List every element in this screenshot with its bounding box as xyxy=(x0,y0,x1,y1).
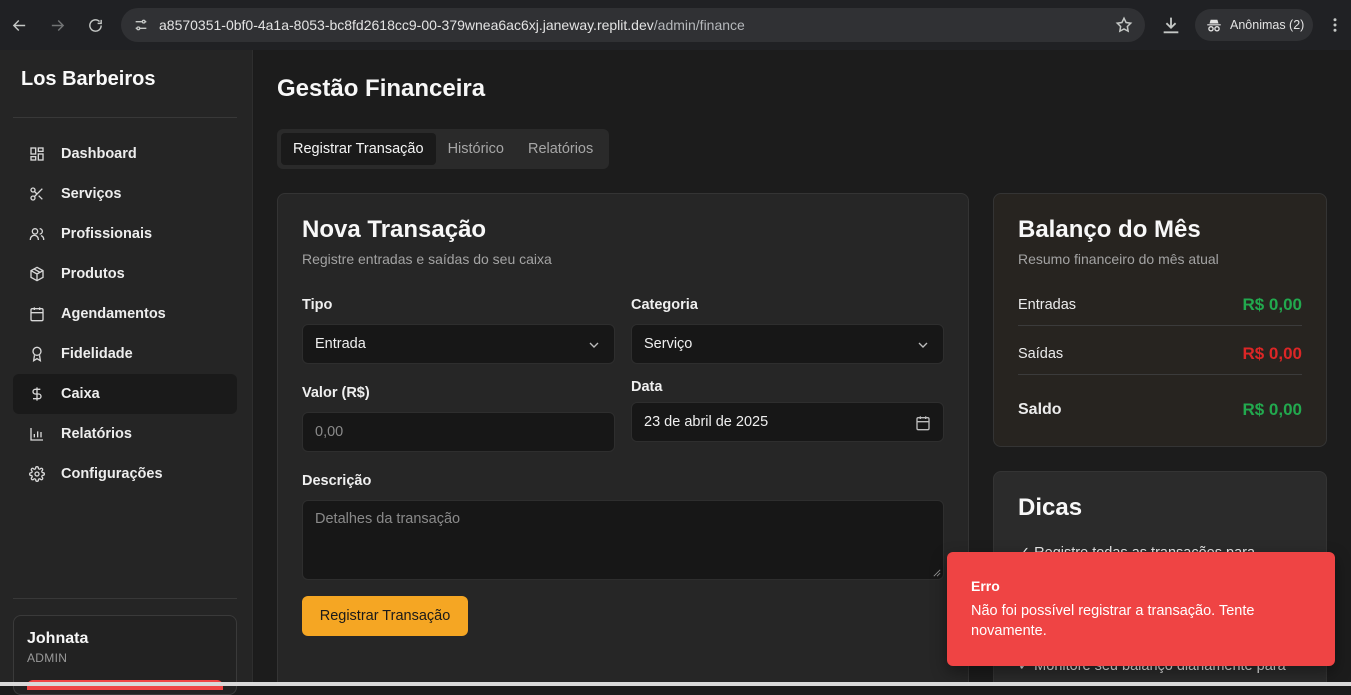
descricao-label: Descrição xyxy=(302,473,372,489)
sidebar: Los Barbeiros Dashboard Serviços Profiss… xyxy=(0,50,253,695)
sidebar-item-label: Profissionais xyxy=(61,226,153,242)
layout-grid-icon xyxy=(30,147,44,161)
sidebar-item-profissionais[interactable]: Profissionais xyxy=(13,214,237,254)
entradas-row: Entradas R$ 0,00 xyxy=(1018,295,1302,315)
date-value: 23 de abril de 2025 xyxy=(644,414,769,430)
saidas-label: Saídas xyxy=(1018,346,1064,362)
forward-button[interactable] xyxy=(38,6,76,44)
sidebar-item-label: Caixa xyxy=(61,386,100,402)
card-subtitle: Registre entradas e saídas do seu caixa xyxy=(302,251,552,267)
profile-label: Anônimas (2) xyxy=(1230,18,1305,32)
bar-chart-icon xyxy=(30,428,43,441)
toast-title: Erro xyxy=(971,578,1000,594)
window-bottom-edge xyxy=(0,682,1351,686)
sidebar-item-label: Serviços xyxy=(61,186,122,202)
sidebar-item-configuracoes[interactable]: Configurações xyxy=(13,454,237,494)
saidas-value: R$ 0,00 xyxy=(1242,344,1302,363)
chevron-down-icon xyxy=(918,342,928,348)
tab-relatorios[interactable]: Relatórios xyxy=(516,133,605,165)
descricao-placeholder: Detalhes da transação xyxy=(315,511,461,527)
tab-registrar-transacao[interactable]: Registrar Transação xyxy=(281,133,436,165)
sidebar-item-label: Configurações xyxy=(61,466,163,482)
chevron-down-icon xyxy=(589,342,599,348)
resize-grip-icon[interactable] xyxy=(933,569,941,577)
url-text: a8570351-0bf0-4a1a-8053-bc8fd2618cc9-00-… xyxy=(159,17,745,33)
tipo-value: Entrada xyxy=(315,336,366,352)
card-title: Nova Transação xyxy=(302,216,487,243)
sidebar-item-label: Relatórios xyxy=(61,426,132,442)
gear-icon xyxy=(29,466,45,482)
saldo-label: Saldo xyxy=(1018,401,1062,418)
user-name: Johnata xyxy=(27,630,89,647)
sidebar-item-agendamentos[interactable]: Agendamentos xyxy=(13,294,237,334)
back-button[interactable] xyxy=(0,6,38,44)
sidebar-item-produtos[interactable]: Produtos xyxy=(13,254,237,294)
divider xyxy=(1018,374,1302,375)
site-settings-icon[interactable] xyxy=(133,17,149,33)
package-icon xyxy=(30,266,44,282)
users-icon xyxy=(29,228,45,240)
incognito-profile-button[interactable]: Anônimas (2) xyxy=(1195,9,1313,41)
sidebar-item-relatorios[interactable]: Relatórios xyxy=(13,414,237,454)
arrow-right-icon xyxy=(51,19,64,31)
new-transaction-card: Nova Transação Registre entradas e saída… xyxy=(277,193,969,686)
register-transaction-button[interactable]: Registrar Transação xyxy=(302,596,468,636)
browser-toolbar: a8570351-0bf0-4a1a-8053-bc8fd2618cc9-00-… xyxy=(0,0,1351,50)
toast-description: Não foi possível registrar a transação. … xyxy=(971,603,1255,639)
categoria-value: Serviço xyxy=(644,336,693,352)
data-label: Data xyxy=(631,379,663,395)
address-bar[interactable]: a8570351-0bf0-4a1a-8053-bc8fd2618cc9-00-… xyxy=(121,8,1145,42)
tipo-label: Tipo xyxy=(302,297,333,313)
divider xyxy=(13,117,237,118)
sidebar-item-servicos[interactable]: Serviços xyxy=(13,174,237,214)
scissors-icon xyxy=(30,187,43,201)
arrow-left-icon xyxy=(12,19,25,31)
sidebar-item-label: Agendamentos xyxy=(61,306,166,322)
tab-historico[interactable]: Histórico xyxy=(436,133,516,165)
divider xyxy=(1018,325,1302,326)
card-title: Dicas xyxy=(1018,494,1083,521)
divider xyxy=(13,598,237,599)
valor-placeholder: 0,00 xyxy=(315,424,344,440)
valor-input[interactable]: 0,00 xyxy=(302,412,615,452)
categoria-select[interactable]: Serviço xyxy=(631,324,944,364)
page-title: Gestão Financeira xyxy=(277,75,486,102)
saidas-row: Saídas R$ 0,00 xyxy=(1018,344,1302,364)
sidebar-item-caixa[interactable]: Caixa xyxy=(13,374,237,414)
dollar-icon xyxy=(32,387,42,401)
calendar-icon xyxy=(916,416,930,431)
monthly-balance-card: Balanço do Mês Resumo financeiro do mês … xyxy=(993,193,1327,447)
sidebar-item-fidelidade[interactable]: Fidelidade xyxy=(13,334,237,374)
sidebar-nav: Dashboard Serviços Profissionais Produto… xyxy=(13,134,237,494)
sidebar-item-dashboard[interactable]: Dashboard xyxy=(13,134,237,174)
saldo-row: Saldo R$ 0,00 xyxy=(1018,400,1302,420)
error-toast[interactable]: Erro Não foi possível registrar a transa… xyxy=(947,552,1335,666)
tab-list: Registrar Transação Histórico Relatórios xyxy=(277,129,610,169)
descricao-textarea[interactable]: Detalhes da transação xyxy=(302,500,944,580)
brand-name: Los Barbeiros xyxy=(21,68,156,90)
entradas-value: R$ 0,00 xyxy=(1242,295,1302,314)
bookmark-star-icon[interactable] xyxy=(1115,16,1133,34)
incognito-icon xyxy=(1207,19,1221,32)
categoria-label: Categoria xyxy=(631,297,698,313)
card-subtitle: Resumo financeiro do mês atual xyxy=(1018,251,1219,267)
user-role: ADMIN xyxy=(27,651,68,665)
download-icon[interactable] xyxy=(1160,14,1182,36)
more-vert-icon[interactable] xyxy=(1326,15,1344,35)
reload-icon xyxy=(88,18,102,32)
sidebar-item-label: Produtos xyxy=(61,266,125,282)
card-title: Balanço do Mês xyxy=(1018,216,1201,243)
reload-button[interactable] xyxy=(76,6,114,44)
date-picker[interactable]: 23 de abril de 2025 xyxy=(631,402,944,442)
valor-label: Valor (R$) xyxy=(302,385,370,401)
entradas-label: Entradas xyxy=(1018,297,1077,313)
calendar-icon xyxy=(30,307,44,322)
sidebar-item-label: Dashboard xyxy=(61,146,137,162)
award-icon xyxy=(32,346,42,362)
sidebar-item-label: Fidelidade xyxy=(61,346,133,362)
tipo-select[interactable]: Entrada xyxy=(302,324,615,364)
saldo-value: R$ 0,00 xyxy=(1242,400,1302,419)
